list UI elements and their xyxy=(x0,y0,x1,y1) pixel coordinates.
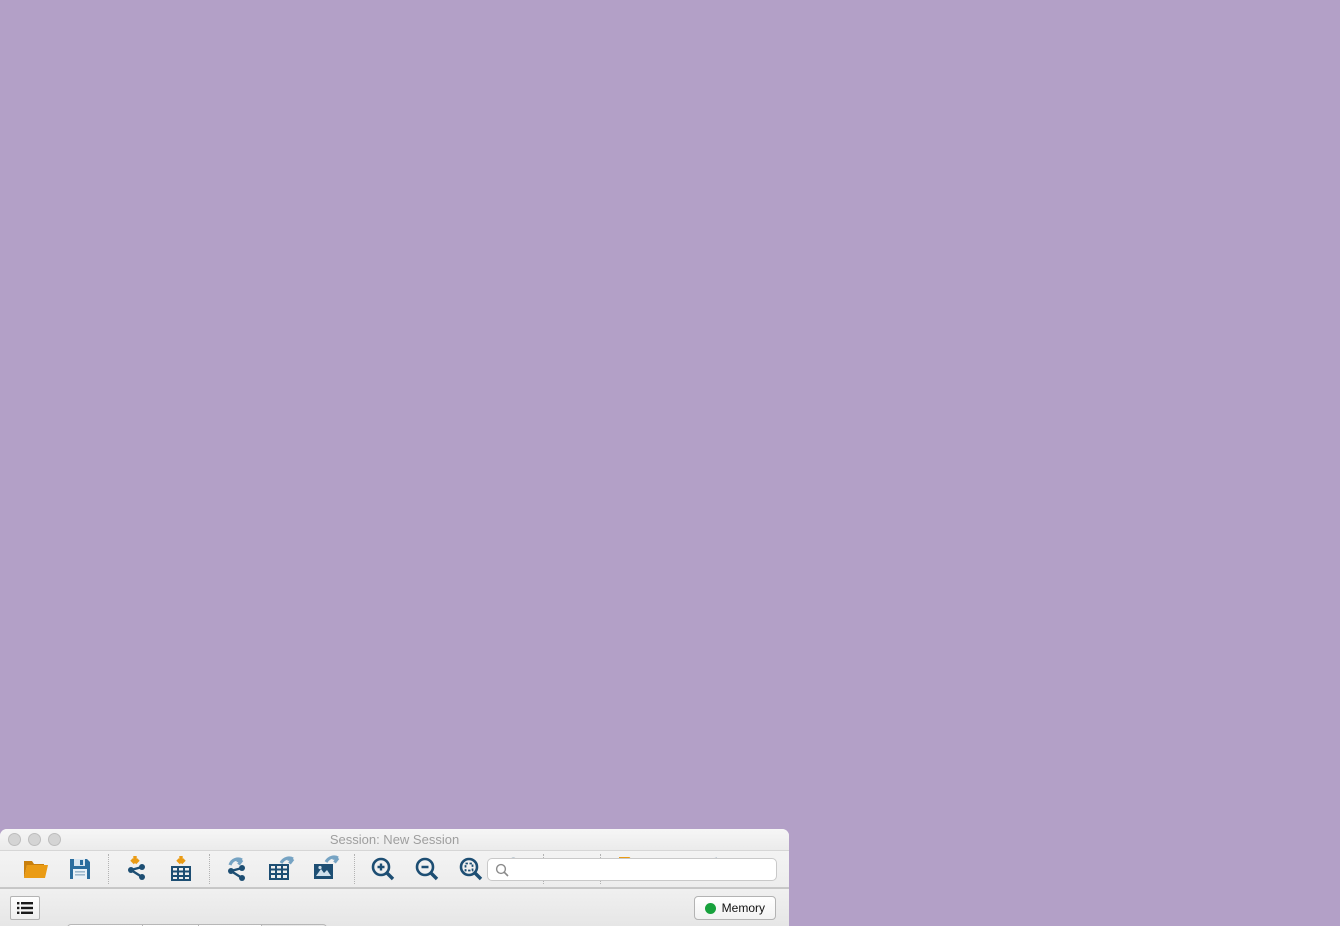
search-input[interactable] xyxy=(487,858,777,881)
app-window: Session: New Session xyxy=(0,829,789,926)
main-toolbar xyxy=(0,851,789,888)
memory-button[interactable]: Memory xyxy=(694,896,776,920)
zoom-window-button[interactable] xyxy=(48,833,61,846)
memory-label: Memory xyxy=(722,901,765,915)
import-network-icon[interactable] xyxy=(121,854,153,884)
window-title: Session: New Session xyxy=(330,832,459,847)
list-icon xyxy=(17,901,33,915)
export-network-icon[interactable] xyxy=(222,854,254,884)
import-table-icon[interactable] xyxy=(165,854,197,884)
search-field xyxy=(487,858,777,881)
open-file-icon[interactable] xyxy=(20,854,52,884)
zoom-in-icon[interactable] xyxy=(367,854,399,884)
export-table-icon[interactable] xyxy=(266,854,298,884)
minimize-window-button[interactable] xyxy=(28,833,41,846)
save-icon[interactable] xyxy=(64,854,96,884)
window-controls xyxy=(8,833,61,846)
memory-status-dot xyxy=(705,903,716,914)
app-titlebar: Session: New Session xyxy=(0,829,789,851)
export-image-icon[interactable] xyxy=(310,854,342,884)
zoom-out-icon[interactable] xyxy=(411,854,443,884)
status-bar: Memory xyxy=(0,888,789,926)
task-history-button[interactable] xyxy=(10,896,40,920)
zoom-fit-icon[interactable] xyxy=(455,854,487,884)
close-window-button[interactable] xyxy=(8,833,21,846)
